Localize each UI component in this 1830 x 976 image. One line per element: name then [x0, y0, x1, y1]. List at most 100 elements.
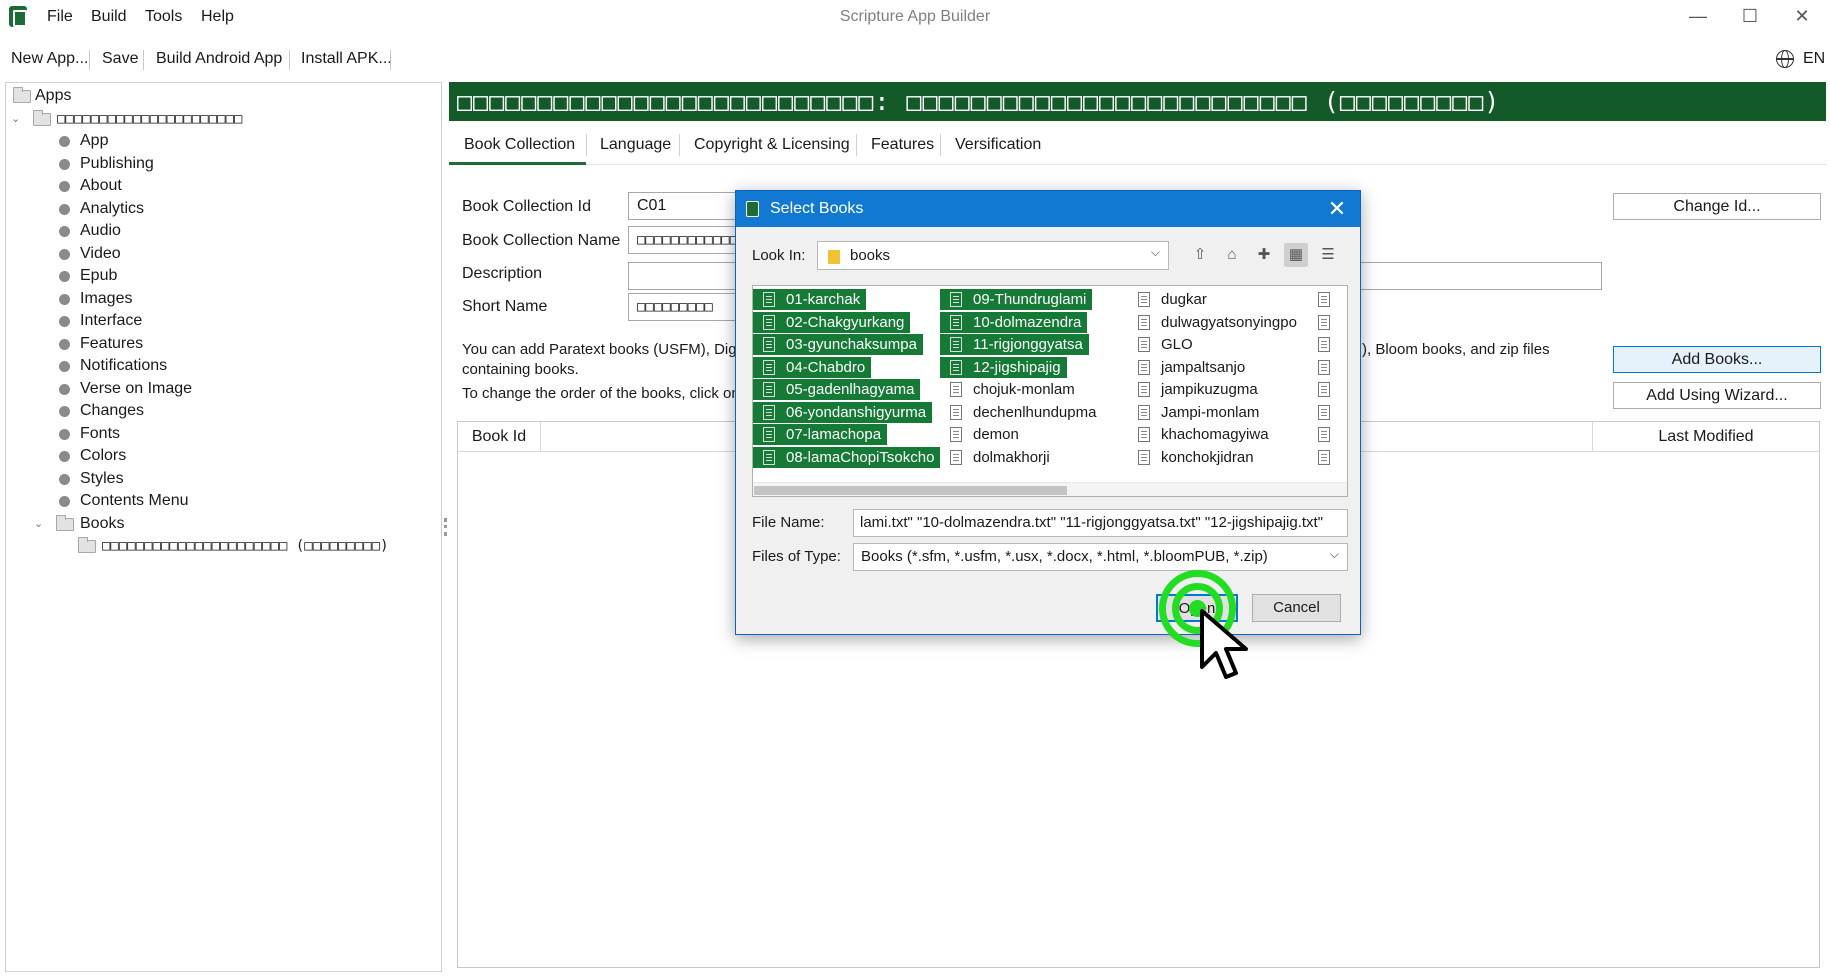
splitter-handle[interactable]	[444, 518, 447, 536]
tree-item[interactable]: Images	[80, 288, 132, 310]
chevron-down-icon[interactable]: ⌄	[34, 517, 43, 530]
file-item[interactable]: 06-yondanshigyurma	[753, 401, 933, 423]
build-android-button[interactable]: Build Android App	[151, 42, 287, 76]
dialog-close-button[interactable]: ✕	[1322, 191, 1352, 227]
tree-item[interactable]: Video	[80, 243, 121, 265]
file-item[interactable]	[1308, 402, 1347, 423]
file-item[interactable]: 05-gadenlhagyama	[753, 379, 921, 400]
tab-language[interactable]: Language	[585, 128, 686, 162]
document-icon	[1138, 292, 1150, 307]
tree-book-collection[interactable]: □□□□□□□□□□□□□□□□□□□□□□ (□□□□□□□□□)	[102, 535, 389, 557]
tree-item[interactable]: About	[80, 175, 122, 197]
tree-item[interactable]: Colors	[80, 445, 126, 467]
tree-item[interactable]: App	[80, 130, 108, 152]
file-name-field[interactable]: lami.txt" "10-dolmazendra.txt" "11-rigjo…	[853, 509, 1348, 537]
file-item[interactable]	[1308, 289, 1347, 310]
folder-icon	[13, 87, 31, 103]
chevron-down-icon[interactable]: ⌄	[11, 112, 20, 125]
file-item[interactable]	[1308, 312, 1347, 333]
tree-item[interactable]: Audio	[80, 220, 121, 242]
file-item[interactable]	[1308, 379, 1347, 400]
file-item[interactable]: dulwagyatsonyingpo	[1128, 312, 1303, 333]
column-header-last-modified[interactable]: Last Modified	[1592, 422, 1819, 451]
tree-item[interactable]: Epub	[80, 265, 117, 287]
tree-item[interactable]: Verse on Image	[80, 378, 192, 400]
globe-icon[interactable]	[1776, 50, 1794, 68]
tree-item[interactable]: Changes	[80, 400, 144, 422]
file-item[interactable]: dechenlhundupma	[940, 402, 1102, 423]
file-item[interactable]: 10-dolmazendra	[940, 311, 1088, 333]
column-header-book-id[interactable]: Book Id	[458, 422, 541, 451]
save-button[interactable]: Save	[97, 42, 143, 76]
file-item[interactable]: Jampi-monlam	[1128, 402, 1265, 423]
tab-copyright-licensing[interactable]: Copyright & Licensing	[679, 128, 865, 162]
file-item[interactable]: chojuk-monlam	[940, 379, 1081, 400]
install-apk-button[interactable]: Install APK...	[296, 42, 397, 76]
page-bullet-icon	[59, 181, 70, 192]
file-item[interactable]: 12-jigshipajig	[940, 356, 1067, 378]
tree-app-node[interactable]: □□□□□□□□□□□□□□□□□□□□□□	[57, 108, 242, 130]
file-item[interactable]: dolmakhorji	[940, 447, 1056, 468]
file-item[interactable]: GLO	[1128, 334, 1199, 355]
info-text-line2: containing books.	[462, 361, 579, 378]
file-item[interactable]: 11-rigjonggyatsa	[940, 334, 1089, 355]
file-item[interactable]: demon	[940, 424, 1025, 445]
info-text-line1: You can add Paratext books (USFM), Digi	[462, 341, 740, 358]
change-id-button[interactable]: Change Id...	[1613, 193, 1821, 220]
document-icon	[763, 314, 775, 330]
file-item[interactable]: dugkar	[1128, 289, 1213, 310]
file-item[interactable]: konchokjidran	[1128, 447, 1260, 468]
file-item[interactable]	[1308, 447, 1347, 468]
file-name: Jampi-monlam	[1161, 403, 1260, 421]
tree-item[interactable]: Analytics	[80, 198, 144, 220]
file-item[interactable]: jampikuzugma	[1128, 379, 1264, 400]
tree-item[interactable]: Contents Menu	[80, 490, 189, 512]
tree-item[interactable]: Notifications	[80, 355, 167, 377]
page-bullet-icon	[59, 271, 70, 282]
file-item[interactable]: 01-karchak	[753, 289, 867, 310]
tree-item[interactable]: Fonts	[80, 423, 120, 445]
tree-books-folder[interactable]: Books	[80, 513, 124, 535]
file-item[interactable]: 02-Chakgyurkang	[753, 311, 911, 333]
file-item[interactable]: 09-Thundruglami	[940, 289, 1093, 310]
file-item[interactable]: khachomagyiwa	[1128, 424, 1275, 445]
details-view-icon[interactable]: ☰	[1316, 243, 1340, 267]
document-icon	[950, 292, 962, 307]
file-name: dulwagyatsonyingpo	[1161, 313, 1297, 331]
tab-versification[interactable]: Versification	[940, 128, 1056, 162]
look-in-dropdown[interactable]: books ⌵	[817, 241, 1169, 270]
file-list[interactable]: 01-karchak 02-Chakgyurkang 03-gyunchaksump…	[752, 285, 1348, 497]
file-name: 06-yondanshigyurma	[786, 403, 927, 421]
files-of-type-dropdown[interactable]: Books (*.sfm, *.usfm, *.usx, *.docx, *.h…	[853, 543, 1348, 571]
add-books-button[interactable]: Add Books...	[1613, 346, 1821, 373]
tab-book-collection[interactable]: Book Collection	[449, 128, 590, 162]
file-item[interactable]	[1308, 424, 1347, 445]
new-folder-icon[interactable]: ✚	[1252, 243, 1276, 267]
file-item[interactable]: 04-Chabdro	[753, 356, 872, 378]
new-app-button[interactable]: New App...	[6, 42, 93, 76]
close-button[interactable]: ✕	[1776, 0, 1828, 33]
tree-item[interactable]: Interface	[80, 310, 142, 332]
add-using-wizard-button[interactable]: Add Using Wizard...	[1613, 382, 1821, 409]
file-item[interactable]	[1308, 357, 1347, 378]
home-icon[interactable]: ⌂	[1220, 243, 1244, 267]
scrollbar-thumb[interactable]	[754, 486, 1067, 495]
tree-root-apps[interactable]: Apps	[35, 85, 71, 107]
file-item[interactable]: jampaltsanjo	[1128, 357, 1251, 378]
file-item[interactable]: 07-lamachopa	[753, 424, 888, 445]
list-view-icon[interactable]: ▦	[1284, 243, 1308, 267]
maximize-button[interactable]: ☐	[1724, 0, 1776, 33]
minimize-button[interactable]: —	[1672, 0, 1724, 33]
file-item[interactable]	[1308, 334, 1347, 355]
tree-item[interactable]: Features	[80, 333, 143, 355]
file-item[interactable]: 08-lamaChopiTsokcho	[753, 446, 941, 468]
tree-item[interactable]: Styles	[80, 468, 124, 490]
tab-features[interactable]: Features	[856, 128, 949, 162]
horizontal-scrollbar[interactable]	[753, 482, 1347, 496]
tree-item[interactable]: Publishing	[80, 153, 154, 175]
cancel-button[interactable]: Cancel	[1252, 594, 1341, 622]
file-item[interactable]: 03-gyunchaksumpa	[753, 334, 923, 355]
up-folder-icon[interactable]: ⇧	[1188, 243, 1212, 267]
language-selector[interactable]: EN	[1803, 42, 1825, 76]
page-bullet-icon	[59, 383, 70, 395]
